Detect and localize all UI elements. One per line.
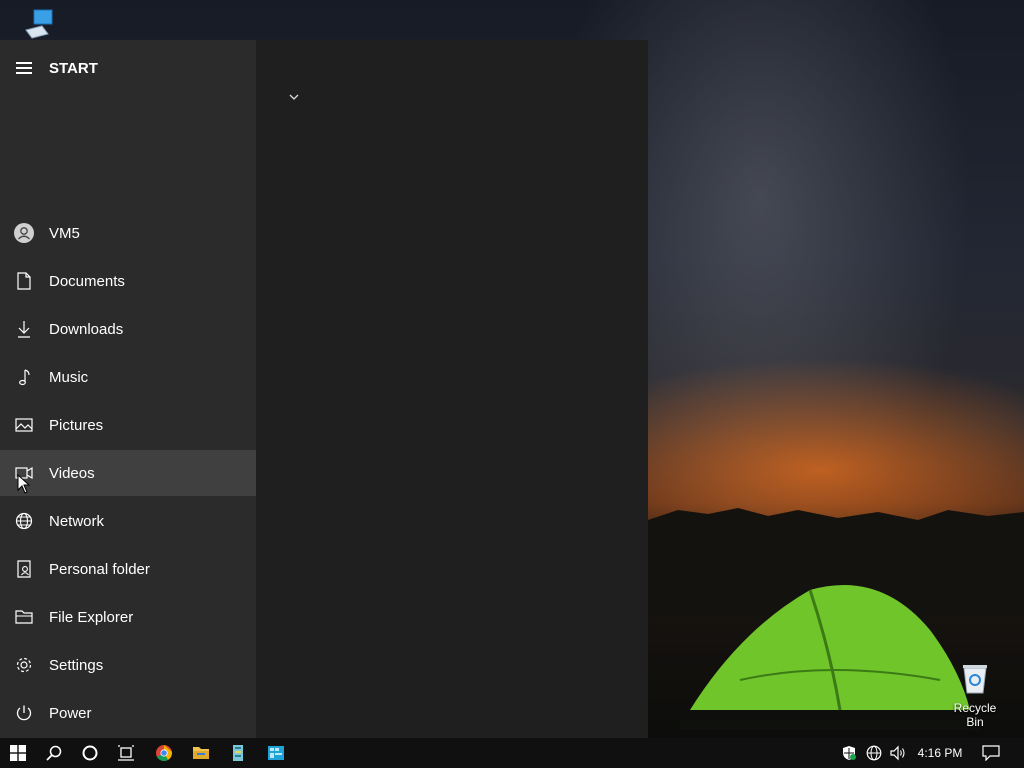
security-tray-button[interactable] <box>832 738 866 768</box>
start-item-label: Settings <box>49 656 104 674</box>
tent-image <box>680 585 980 730</box>
start-item-settings[interactable]: Settings <box>0 642 256 688</box>
start-item-vm5[interactable]: VM5 <box>0 210 256 256</box>
start-menu-tiles-pane <box>256 40 648 738</box>
personal-folder-icon <box>14 559 34 579</box>
app-icon <box>233 745 243 761</box>
start-item-network[interactable]: Network <box>0 498 256 544</box>
music-note-icon <box>14 367 34 387</box>
chrome-taskbar-button[interactable] <box>146 738 182 768</box>
file-explorer-taskbar-button[interactable] <box>183 738 219 768</box>
app-taskbar-button-2[interactable] <box>258 738 294 768</box>
start-item-label: VM5 <box>49 224 80 242</box>
notification-icon <box>982 745 1000 761</box>
start-item-label: Videos <box>49 464 95 482</box>
power-icon <box>14 703 34 723</box>
gear-icon <box>14 655 34 675</box>
this-pc-icon[interactable] <box>22 6 56 40</box>
start-item-label: Personal folder <box>49 560 150 578</box>
mouse-cursor-icon <box>17 474 31 494</box>
file-explorer-icon <box>14 607 34 627</box>
app-icon <box>268 746 284 760</box>
start-item-label: Music <box>49 368 89 386</box>
task-view-icon <box>118 745 134 761</box>
chevron-down-icon[interactable] <box>288 92 300 102</box>
recycle-bin-desktop-icon[interactable]: Recycle Bin <box>944 662 1006 729</box>
start-item-label: Pictures <box>49 416 104 434</box>
recycle-bin-label: Recycle Bin <box>953 701 997 729</box>
task-view-button[interactable] <box>108 738 144 768</box>
start-item-label: Network <box>49 512 105 530</box>
start-item-power[interactable]: Power <box>0 690 256 736</box>
start-item-personal-folder[interactable]: Personal folder <box>0 546 256 592</box>
taskbar: 4:16 PM <box>0 738 1024 768</box>
start-item-documents[interactable]: Documents <box>0 258 256 304</box>
windows-start-icon <box>10 745 26 761</box>
chrome-icon <box>156 745 172 761</box>
document-icon <box>14 271 34 291</box>
start-menu-left-pane: START VM5 Documents Downloads Music Pict… <box>0 40 256 738</box>
start-item-music[interactable]: Music <box>0 354 256 400</box>
download-icon <box>14 319 34 339</box>
action-center-button[interactable] <box>974 738 1008 768</box>
start-item-videos[interactable]: Videos <box>0 450 256 496</box>
start-item-file-explorer[interactable]: File Explorer <box>0 594 256 640</box>
search-button[interactable] <box>36 738 72 768</box>
picture-icon <box>14 415 34 435</box>
hamburger-menu-icon[interactable] <box>16 62 34 74</box>
start-button[interactable] <box>0 738 36 768</box>
recycle-bin-icon <box>963 665 987 694</box>
search-icon <box>46 745 62 761</box>
speaker-icon <box>890 745 905 761</box>
start-menu-title: START <box>49 59 98 77</box>
start-item-downloads[interactable]: Downloads <box>0 306 256 352</box>
start-menu-list: VM5 Documents Downloads Music Pictures V… <box>0 210 256 738</box>
taskbar-clock[interactable]: 4:16 PM <box>912 738 968 768</box>
network-tray-button[interactable] <box>862 738 886 768</box>
cortana-button[interactable] <box>72 738 108 768</box>
start-item-pictures[interactable]: Pictures <box>0 402 256 448</box>
start-menu-header: START <box>0 40 256 96</box>
start-item-label: File Explorer <box>49 608 134 626</box>
globe-icon <box>866 745 882 761</box>
start-item-label: Downloads <box>49 320 124 338</box>
shield-icon <box>843 746 856 760</box>
cortana-icon <box>82 745 98 761</box>
volume-tray-button[interactable] <box>886 738 910 768</box>
start-item-label: Documents <box>49 272 125 290</box>
app-taskbar-button-1[interactable] <box>220 738 256 768</box>
globe-icon <box>14 511 34 531</box>
file-explorer-icon <box>193 747 209 759</box>
user-avatar-icon <box>14 223 34 243</box>
start-item-label: Power <box>49 704 92 722</box>
